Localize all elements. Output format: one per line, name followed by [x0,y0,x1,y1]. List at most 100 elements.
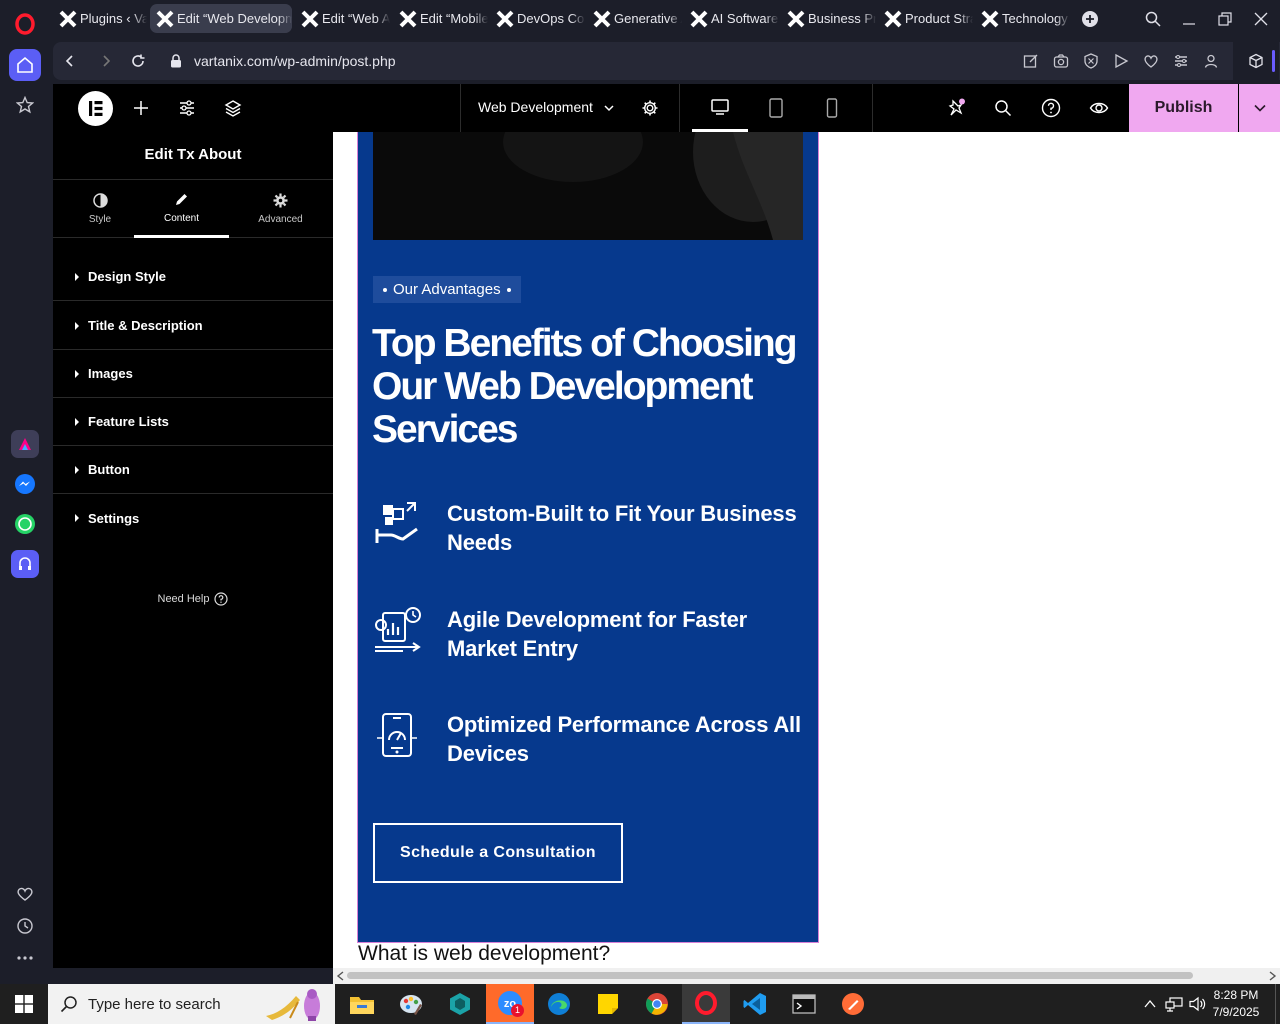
heart-icon[interactable] [9,878,41,910]
section-images[interactable]: Images [53,350,333,398]
adblock-shield-icon[interactable] [1081,51,1101,71]
file-explorer-icon[interactable] [338,984,386,1024]
minimize-icon[interactable] [1176,6,1202,32]
star-icon[interactable] [9,89,41,121]
postman-app-icon[interactable] [829,984,877,1024]
tab-business-process[interactable]: Business Process [781,4,876,33]
section-title-description[interactable]: Title & Description [53,302,333,350]
messenger-icon[interactable] [11,470,39,498]
tab-search-icon[interactable] [1140,6,1166,32]
terminal-icon[interactable] [780,984,828,1024]
easy-setup-icon[interactable] [1171,51,1191,71]
more-icon[interactable] [9,942,41,974]
add-element-icon[interactable] [129,84,153,132]
notifications-pin-icon[interactable] [942,84,970,132]
finder-search-icon[interactable] [989,84,1017,132]
taskbar-search-box[interactable]: Type here to search [48,984,335,1024]
music-player-icon[interactable] [11,550,39,578]
network-icon[interactable] [1162,984,1186,1024]
structure-layers-icon[interactable] [221,84,245,132]
vscode-icon[interactable] [731,984,779,1024]
publish-button[interactable]: Publish [1129,84,1238,132]
tab-content[interactable]: Content [134,180,229,238]
tab-edit-mobile[interactable]: Edit “Mobile” [393,4,488,33]
close-window-icon[interactable] [1248,6,1274,32]
elementor-logo-icon[interactable] [77,84,113,132]
tab-bar: Plugins ‹ Vartanix Edit “Web Development… [49,0,1280,38]
page-settings-gear-icon[interactable] [641,99,659,117]
tab-style[interactable]: Style [53,180,147,238]
tab-edit-web-development[interactable]: Edit “Web Development” [150,4,292,33]
windows-start-icon[interactable] [0,984,48,1024]
section-heading[interactable]: Top Benefits of Choosing Our Web Develop… [372,322,812,451]
schedule-consultation-button[interactable]: Schedule a Consultation [373,823,623,883]
section-design-style[interactable]: Design Style [53,253,333,301]
edit-page-icon[interactable] [1021,51,1041,71]
editor-canvas[interactable]: Our Advantages Top Benefits of Choosing … [333,132,1280,968]
dev-tool-app-icon[interactable] [436,984,484,1024]
about-section[interactable]: Our Advantages Top Benefits of Choosing … [357,132,819,943]
section-label: Settings [88,510,140,526]
sticky-notes-icon[interactable] [584,984,632,1024]
profile-icon[interactable] [1201,51,1221,71]
lock-icon[interactable] [165,50,187,72]
publish-options-chevron-icon[interactable] [1239,84,1280,132]
url-field[interactable]: vartanix.com/wp-admin/post.php [194,53,396,69]
section-button[interactable]: Button [53,446,333,494]
puzzle-hand-icon [375,502,418,543]
show-desktop-button[interactable] [1275,984,1280,1024]
opera-logo-icon[interactable] [9,8,41,40]
caret-right-icon [75,369,79,378]
extensions-cube-icon[interactable] [1233,42,1279,80]
section-image[interactable] [373,132,803,240]
elementor-x-icon [156,10,174,27]
aria-app-icon[interactable] [11,430,39,458]
reload-icon[interactable] [127,50,149,72]
page-selector[interactable]: Web Development [460,84,680,132]
forward-icon[interactable] [95,50,117,72]
tab-technology[interactable]: Technology Solutions [975,4,1070,33]
opera-browser-icon[interactable] [682,984,730,1024]
camera-icon[interactable] [1051,51,1071,71]
history-icon[interactable] [9,910,41,942]
new-tab-button[interactable] [1077,6,1103,32]
tab-edit-web-apps[interactable]: Edit “Web Apps” [295,4,390,33]
mobile-view-icon[interactable] [804,84,860,132]
chrome-browser-icon[interactable] [633,984,681,1024]
tab-product-strategy[interactable]: Product Strategy [878,4,973,33]
tab-plugins[interactable]: Plugins ‹ Vartanix [53,4,147,33]
zoom-app-icon[interactable]: zo 1 [486,984,534,1024]
back-icon[interactable] [59,50,81,72]
panel-title: Edit Tx About [144,146,242,163]
tab-generative-ai[interactable]: Generative AI [587,4,682,33]
taskbar-clock[interactable]: 8:28 PM 7/9/2025 [1206,987,1266,1021]
home-icon[interactable] [9,49,41,81]
help-icon[interactable] [1037,84,1065,132]
section-settings[interactable]: Settings [53,494,333,542]
player-icon[interactable] [1111,51,1131,71]
section-feature-lists[interactable]: Feature Lists [53,398,333,446]
opera-sidebar [0,0,49,984]
show-hidden-icons-chevron-icon[interactable] [1138,984,1162,1024]
caret-right-icon [75,465,79,474]
site-settings-sliders-icon[interactable] [175,84,199,132]
scrollbar-thumb[interactable] [347,972,1193,979]
scroll-left-icon[interactable] [336,971,345,981]
feature-title: Optimized Performance Across All Devices [447,712,801,766]
tab-advanced[interactable]: Advanced [233,180,328,238]
restore-icon[interactable] [1212,6,1238,32]
preview-eye-icon[interactable] [1085,84,1113,132]
tablet-view-icon[interactable] [748,84,804,132]
desktop-view-icon[interactable] [692,84,748,132]
whatsapp-icon[interactable] [11,510,39,538]
edge-browser-icon[interactable] [535,984,583,1024]
need-help-link[interactable]: Need Help [53,592,333,606]
paint-app-icon[interactable] [387,984,435,1024]
next-section-heading[interactable]: What is web development? [358,942,610,966]
tab-ai-software[interactable]: AI Software [684,4,779,33]
feature-title: Agile Development for Faster Market Entr… [447,607,748,661]
tab-devops[interactable]: DevOps Consulting [490,4,585,33]
horizontal-scrollbar[interactable] [333,968,1280,984]
scroll-right-icon[interactable] [1268,971,1277,981]
favorites-heart-icon[interactable] [1141,51,1161,71]
